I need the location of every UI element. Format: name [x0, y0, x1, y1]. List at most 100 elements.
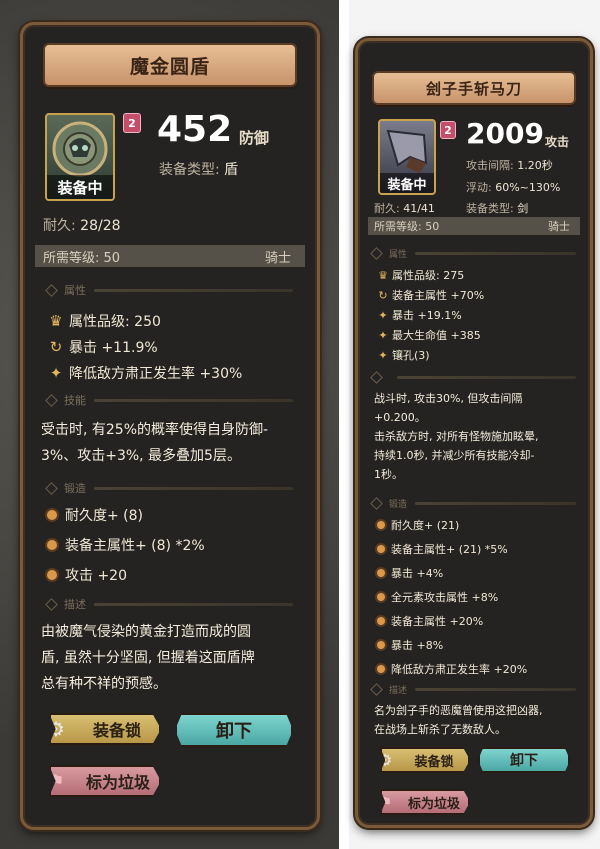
diamond-icon [45, 597, 58, 611]
section-attributes: 属性 [370, 246, 576, 260]
skill-line: 击杀敌方时, 对所有怪物施加眩晕, [374, 430, 539, 443]
button-label: 装备锁 [414, 754, 454, 770]
item-title: 刽子手斩马刀 [372, 71, 576, 105]
float-label: 浮动: [466, 181, 492, 194]
forge-text: 暴击 +4% [391, 567, 444, 580]
forge-row: 降低敌方肃正发生率 +20% [374, 661, 527, 677]
equip-type: 装备类型: 剑 [466, 200, 528, 216]
section-skill: 技能 [45, 393, 293, 407]
mark-trash-button[interactable]: ⚑ 标为垃圾 [380, 789, 470, 815]
star-icon: ✦ [378, 308, 388, 322]
forge-dot-icon [377, 569, 385, 577]
diamond-icon [370, 682, 383, 696]
diamond-icon [370, 496, 383, 510]
button-label: 标为垃圾 [85, 773, 150, 792]
attr-text: 暴击 +19.1% [392, 309, 462, 322]
star-icon: ✦ [378, 328, 388, 342]
quality-icon: ♛ [378, 268, 388, 282]
forge-text: 耐久度+ (21) [391, 519, 460, 532]
skill-line: 受击时, 有25%的概率使得自身防御- [41, 422, 269, 438]
forge-row: 耐久度+ (21) [374, 517, 459, 533]
attr-row: ↻ 暴击 +11.9% [43, 337, 158, 357]
section-title: 锻造 [64, 482, 86, 495]
skill-line: 3%、攻击+3%, 最多叠加5层。 [41, 448, 241, 464]
forge-dot-icon [377, 545, 385, 553]
quality-icon: ♛ [49, 312, 63, 330]
diamond-icon [45, 283, 58, 297]
equip-type-label: 装备类型: [159, 162, 220, 178]
level-badge: 2 [123, 113, 141, 133]
skill-text: 受击时, 有25%的概率使得自身防御- 3%、攻击+3%, 最多叠加5层。 [41, 417, 301, 469]
forge-dot-icon [377, 593, 385, 601]
attr-text: 属性品级: 275 [392, 269, 465, 282]
durability-value: 28/28 [80, 218, 121, 234]
shield-icon [52, 121, 108, 177]
skill-line: +0.200。 [374, 411, 426, 424]
lock-icon: ⚙ [47, 717, 65, 741]
required-class: 骑士 [264, 250, 291, 266]
forge-text: 耐久度+ (8) [65, 508, 144, 524]
durability-label: 耐久: [43, 218, 76, 234]
sword-item-icon[interactable]: 装备中 [378, 119, 436, 195]
durability-value: 41/41 [403, 202, 435, 215]
level-badge: 2 [440, 121, 456, 139]
trash-icon: ⚑ [378, 792, 393, 812]
forge-dot-icon [47, 570, 57, 580]
forge-row: 暴击 +8% [374, 637, 443, 653]
attr-row: ✦ 镶孔(3) [374, 347, 429, 363]
equip-lock-button[interactable]: ⚙ 装备锁 [49, 713, 161, 745]
trash-icon: ⚑ [47, 769, 65, 793]
forge-row: 攻击 +20 [43, 565, 127, 585]
forge-dot-icon [377, 521, 385, 529]
forge-dot-icon [47, 540, 57, 550]
forge-row: 耐久度+ (8) [43, 505, 143, 525]
main-attr-icon: ↻ [49, 338, 63, 356]
required-level-bar: 所需等级: 50 骑士 [368, 217, 580, 235]
section-title: 锻造 [389, 499, 408, 510]
skill-line: 1秒。 [374, 468, 403, 481]
forge-row: 暴击 +4% [374, 565, 443, 581]
equip-type: 装备类型: 盾 [159, 159, 238, 179]
forge-text: 装备主属性 +20% [391, 615, 484, 628]
interval-label: 攻击间隔: [466, 159, 514, 172]
equipped-label: 装备中 [47, 175, 113, 199]
required-class: 骑士 [548, 220, 570, 233]
required-level: 所需等级: 50 [43, 250, 121, 266]
unequip-button[interactable]: 卸下 [175, 713, 293, 747]
attack-interval: 攻击间隔: 1.20秒 [466, 157, 553, 173]
forge-text: 装备主属性+ (8) *2% [65, 538, 205, 554]
desc-line: 盾, 虽然十分坚固, 但握着这面盾牌 [41, 650, 255, 666]
main-stat-unit: 攻击 [545, 135, 570, 149]
forge-text: 降低敌方肃正发生率 +20% [391, 663, 528, 676]
attr-row: ✦ 最大生命值 +385 [374, 327, 480, 343]
interval-value: 1.20秒 [517, 159, 553, 172]
shield-item-icon[interactable]: 装备中 [45, 113, 115, 201]
attr-row: ✦ 降低敌方肃正发生率 +30% [43, 363, 243, 383]
attr-text: 暴击 +11.9% [69, 340, 158, 356]
attr-row: ♛ 属性品级: 250 [43, 311, 161, 331]
skill-line: 战斗时, 攻击30%, 但攻击间隔 [374, 392, 523, 405]
forge-dot-icon [47, 510, 57, 520]
forge-row: 装备主属性 +20% [374, 613, 483, 629]
required-level: 所需等级: 50 [374, 220, 440, 233]
attr-row: ♛ 属性品级: 275 [374, 267, 464, 283]
diamond-icon [370, 370, 383, 384]
desc-line: 在战场上斩杀了无数敌人。 [374, 723, 506, 736]
unequip-button[interactable]: 卸下 [478, 747, 570, 773]
attr-row: ✦ 暴击 +19.1% [374, 307, 462, 323]
description-text: 由被魔气侵染的黄金打造而成的圆 盾, 虽然十分坚固, 但握着这面盾牌 总有种不祥… [41, 619, 301, 697]
main-stat-unit: 防御 [239, 129, 270, 147]
section-attributes: 属性 [45, 283, 293, 297]
forge-row: 全元素攻击属性 +8% [374, 589, 498, 605]
diamond-icon [45, 393, 58, 407]
mark-trash-button[interactable]: ⚑ 标为垃圾 [49, 765, 161, 797]
section-title: 属性 [389, 249, 408, 260]
equip-lock-button[interactable]: ⚙ 装备锁 [380, 747, 470, 773]
desc-line: 总有种不祥的预感。 [41, 676, 167, 692]
main-stat-value: 2009 [466, 117, 544, 150]
forge-dot-icon [377, 641, 385, 649]
forge-row: 装备主属性+ (21) *5% [374, 541, 508, 557]
forge-row: 装备主属性+ (8) *2% [43, 535, 205, 555]
diamond-icon [370, 246, 383, 260]
attr-text: 属性品级: 250 [69, 314, 161, 330]
